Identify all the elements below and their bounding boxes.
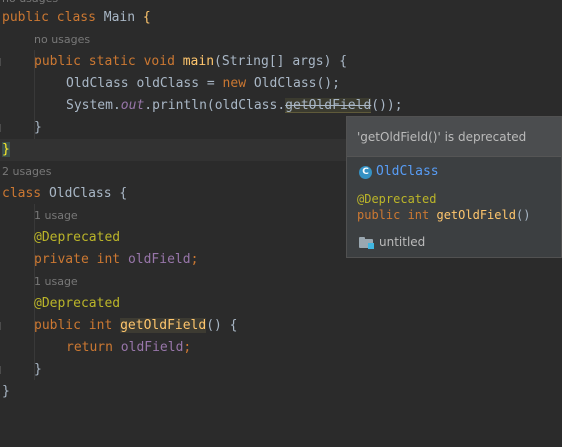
declaration: OldClass oldClass = (66, 76, 223, 91)
code-line: public class Main { (0, 7, 562, 29)
module-name: untitled (379, 235, 426, 249)
method-tail: () { (206, 318, 238, 333)
code-line: } (0, 359, 562, 381)
keyword: new (222, 76, 247, 91)
class-name: Main (103, 10, 136, 25)
brace: { (142, 10, 151, 25)
brace: } (34, 362, 42, 377)
keyword: class (56, 10, 96, 25)
keyword: public (34, 318, 81, 333)
code-line: public static void main(String[] args) { (0, 51, 562, 73)
popup-module-row: untitled (359, 233, 425, 251)
keyword: public (2, 10, 49, 25)
system-ref: System. (66, 98, 121, 113)
keyword: void (143, 54, 175, 69)
popup-header: 'getOldField()' is deprecated (347, 117, 561, 157)
popup-signature: public int getOldField() (357, 207, 530, 223)
field-ref: oldField (120, 340, 184, 355)
keyword: int (88, 318, 113, 333)
code-line: public int getOldField() { (0, 315, 562, 337)
signature-tail: () (515, 208, 531, 222)
constructor-call: OldClass(); (246, 76, 340, 91)
usage-hint[interactable]: 2 usages (2, 161, 51, 183)
field-name: oldField (127, 252, 191, 267)
keyword: static (88, 54, 136, 69)
class-link[interactable]: OldClass (376, 164, 439, 179)
static-field: out (120, 98, 145, 113)
popup-annotation: @Deprecated (357, 192, 437, 206)
keyword: private (34, 252, 89, 267)
semicolon: ; (190, 252, 199, 267)
annotation: @Deprecated (34, 296, 121, 311)
code-line: no usages (0, 29, 562, 51)
method-name: main (182, 54, 215, 69)
signature-keywords: public int (357, 208, 437, 222)
signature-method: getOldField (436, 208, 516, 222)
module-folder-icon (359, 237, 374, 249)
usage-hint[interactable]: 1 usage (34, 205, 78, 227)
println-call: .println(oldClass. (144, 98, 286, 113)
gutter-marker (0, 322, 4, 330)
deprecated-method-call[interactable]: getOldField (285, 98, 372, 113)
params: (String[] args) { (214, 54, 348, 69)
code-line: 1 usage (0, 271, 562, 293)
deprecation-popup[interactable]: 'getOldField()' is deprecated C OldClass … (346, 116, 562, 258)
method-declaration[interactable]: getOldField (120, 318, 207, 333)
keyword: return (66, 340, 113, 355)
class-icon: C (359, 165, 372, 179)
brace: } (34, 120, 42, 135)
code-line: } (0, 381, 562, 403)
usage-hint[interactable]: 1 usage (34, 271, 78, 293)
matched-brace: } (2, 142, 10, 157)
class-name: OldClass { (48, 186, 128, 201)
code-line: return oldField; (0, 337, 562, 359)
gutter-marker (0, 58, 4, 66)
brace: } (2, 384, 10, 399)
code-line: @Deprecated (0, 293, 562, 315)
keyword: class (2, 186, 42, 201)
usage-hint[interactable]: no usages (34, 29, 90, 51)
gutter-marker (0, 366, 4, 374)
code-line: System.out.println(oldClass.getOldField(… (0, 95, 562, 117)
call-tail: ()); (371, 98, 403, 113)
keyword: public (34, 54, 81, 69)
semicolon: ; (183, 340, 192, 355)
annotation: @Deprecated (34, 230, 121, 245)
popup-class-row[interactable]: C OldClass (359, 163, 439, 181)
keyword: int (96, 252, 121, 267)
code-line: OldClass oldClass = new OldClass(); (0, 73, 562, 95)
gutter-marker (0, 124, 4, 132)
